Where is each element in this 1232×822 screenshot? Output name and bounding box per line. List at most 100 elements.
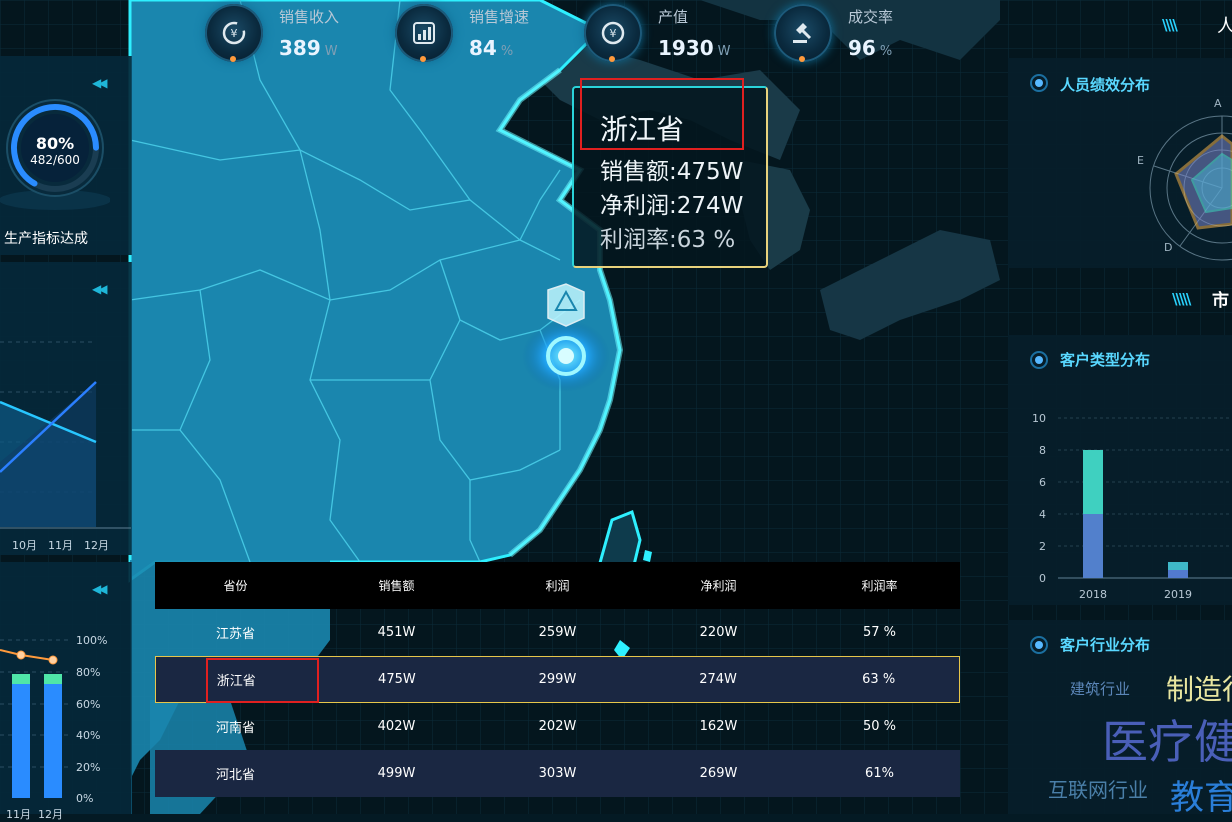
y-tick-label: 0 [1039,572,1046,585]
cell-margin: 63 % [862,672,896,687]
rate-bar-panel: ◀◀ 100% 80% 60% 40% 20% 0% 11月 12月 [0,562,132,821]
word-cloud-term: 教育 [1170,778,1232,818]
y-tick-label: 0% [76,792,94,805]
header-margin[interactable]: 利润率 [799,577,960,594]
cell-profit: 299W [538,672,577,687]
revenue-icon: ¥ [205,4,263,62]
customer-type-bar-chart: 10 8 6 4 2 0 2018 2019 [1032,412,1232,601]
collapse-chevron-icon[interactable]: ◀◀ [92,582,108,596]
x-tick-label: 2018 [1079,588,1107,601]
panel-title: 客户类型分布 [1060,351,1151,369]
kpi-value: 1930 W [658,36,731,60]
panel-title: 人员绩效分布 [1060,76,1151,94]
bar-shade [1083,514,1103,578]
cell-sales: 499W [377,766,416,781]
trend-line-panel: ◀◀ 10月 11月 12月 [0,262,132,555]
trend-line-chart [0,341,131,529]
section-title-personnel: 人 [1217,16,1232,37]
kpi-indicator-dot [609,56,615,62]
performance-panel: 人员绩效分布 [1008,58,1232,268]
word-cloud-term: 互联网行业 [1048,778,1148,802]
x-tick-label: 12月 [84,539,109,552]
kpi-sales-revenue: ¥ 销售收入 389 W [205,0,385,68]
gauge-percent: 80% [35,134,75,153]
kpi-indicator-dot [230,56,236,62]
svg-text:¥: ¥ [610,27,617,40]
word-cloud-term: 建筑行业 [1070,680,1131,698]
y-tick-label: 8 [1039,444,1046,457]
gauge-caption: 生产指标达成 [4,231,88,247]
tooltip-net-profit: 净利润:274W [600,193,744,219]
cell-province: 江苏省 [215,627,255,642]
table-row[interactable]: 河南省 402W 202W 162W 50 % [155,703,960,750]
table-row[interactable]: 江苏省 451W 259W 220W 57 % [155,609,960,656]
y-tick-label: 4 [1039,508,1046,521]
kpi-label: 成交率 [848,8,894,26]
header-net-profit[interactable]: 净利润 [638,577,799,594]
cell-profit: 202W [538,719,577,734]
y-tick-label: 20% [76,761,101,774]
cell-profit: 303W [538,766,577,781]
panel-bullet-icon [1030,74,1048,92]
stripe-decoration: \\\\ [1162,16,1178,34]
bar-shade [1168,570,1188,578]
section-title-market: 市 [1212,291,1229,311]
table-row[interactable]: 河北省 499W 303W 269W 61% [155,750,960,797]
x-tick-label: 12月 [38,808,63,821]
cell-margin: 50 % [862,719,897,734]
header-profit[interactable]: 利润 [477,577,638,594]
production-gauge-panel: ◀◀ 80% 482/600 生产指标达成 [0,56,132,255]
kpi-indicator-dot [799,56,805,62]
tooltip-sales: 销售额:475W [600,159,744,185]
radar-axis-label: D [1164,241,1173,254]
radar-axis-label: E [1137,154,1144,167]
cell-province: 河北省 [215,768,255,783]
cell-net-profit: 220W [699,625,738,640]
panel-bullet-icon [1030,636,1048,654]
svg-text:¥: ¥ [231,27,238,40]
x-tick-label: 11月 [48,539,73,552]
kpi-value: 84% [469,36,514,60]
rate-bar [12,674,30,798]
kpi-label: 销售增速 [469,8,530,26]
kpi-indicator-dot [420,56,426,62]
growth-bars-icon [395,4,453,62]
radar-axis-label: A [1214,97,1222,110]
panel-title: 客户行业分布 [1060,636,1151,654]
kpi-label: 产值 [658,8,689,26]
customer-type-panel: 客户类型分布 10 8 6 4 2 0 2018 2019 [1008,335,1232,605]
customer-industry-panel: 客户行业分布 建筑行业 制造行 医疗健 互联网行业 教育 [1008,620,1232,818]
y-tick-label: 6 [1039,476,1046,489]
performance-radar-chart [1149,115,1232,261]
collapse-chevron-icon[interactable]: ◀◀ [92,282,108,296]
cell-net-profit: 269W [699,766,738,781]
kpi-output-value: ¥ 产值 1930 W [584,0,764,68]
cell-net-profit: 274W [699,672,737,687]
table-header: 省份 销售额 利润 净利润 利润率 [155,562,960,609]
cell-province: 河南省 [215,721,255,736]
cell-margin: 57 % [862,625,897,640]
panel-bullet-icon [1030,351,1048,369]
x-tick-label: 2019 [1164,588,1192,601]
header-sales[interactable]: 销售额 [316,577,477,594]
gavel-icon [774,4,832,62]
tooltip-margin: 利润率:63 % [600,227,736,253]
kpi-deal-rate: 成交率 96% [774,0,954,68]
y-tick-label: 2 [1039,540,1046,553]
cell-profit: 259W [538,625,577,640]
cell-sales: 402W [377,719,416,734]
rate-line [0,649,54,661]
y-tick-label: 10 [1032,412,1046,425]
y-tick-label: 60% [76,698,101,711]
kpi-label: 销售收入 [279,8,340,26]
cell-sales: 451W [377,625,416,640]
kpi-value: 96% [848,36,893,60]
stripe-decoration: \\\\\ [1172,290,1191,308]
collapse-chevron-icon[interactable]: ◀◀ [92,76,108,90]
cell-margin: 61% [865,766,894,781]
highlight-box [206,658,319,703]
rate-bar-chart [0,639,70,798]
yen-coin-icon: ¥ [584,4,642,62]
word-cloud-term: 制造行 [1166,673,1232,706]
header-province[interactable]: 省份 [155,577,316,594]
